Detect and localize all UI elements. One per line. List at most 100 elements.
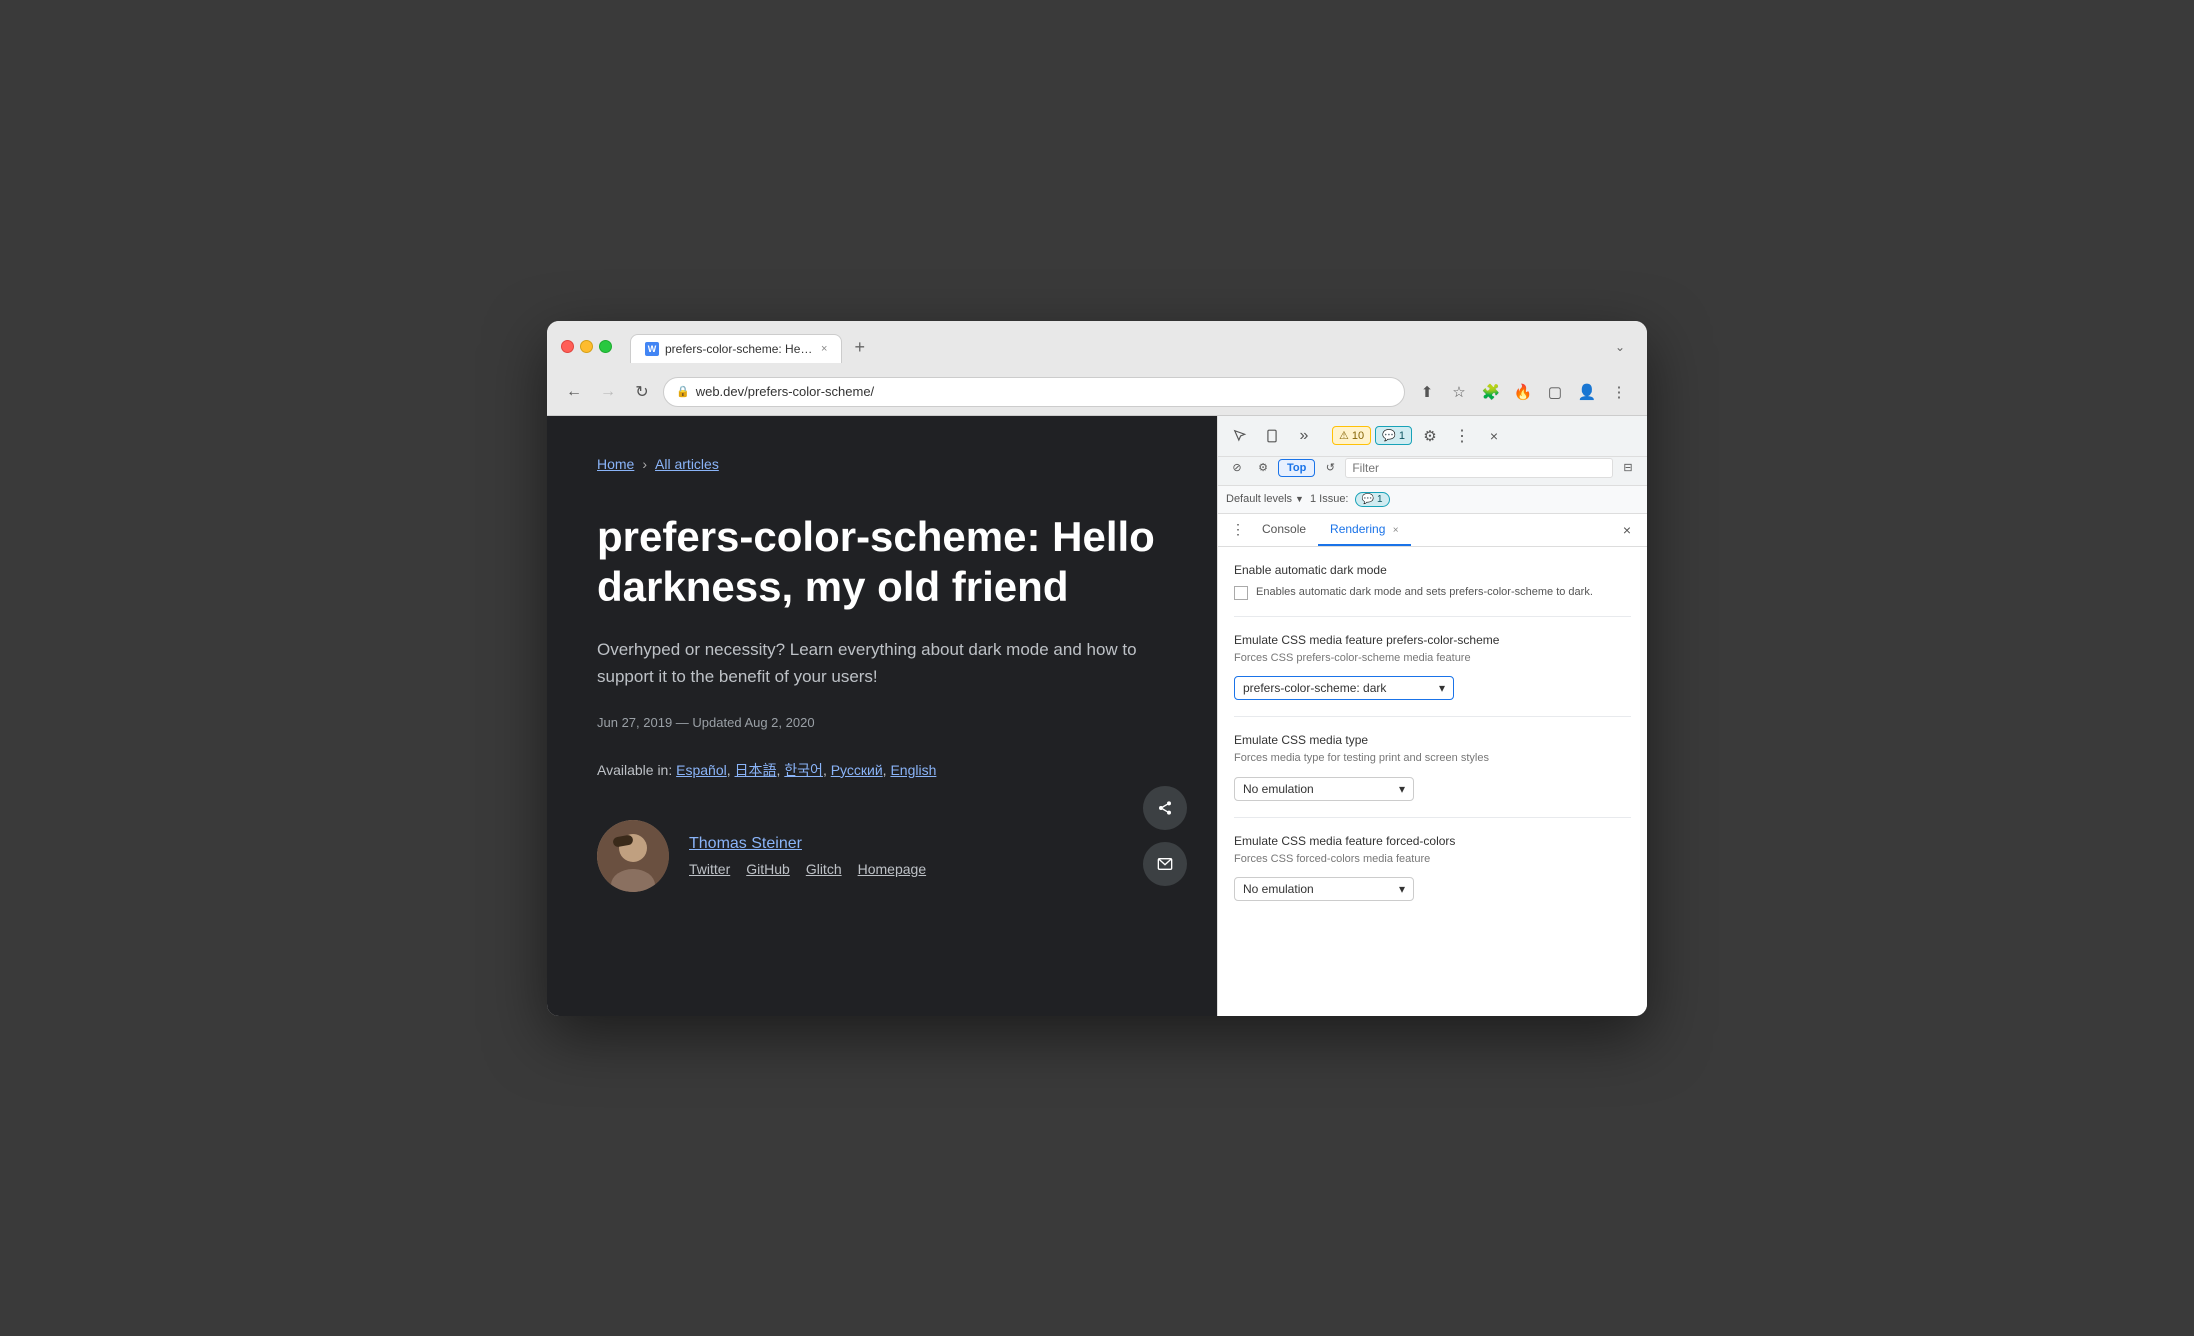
available-in-label: Available in: <box>597 762 672 778</box>
dt-media-type-select-value: No emulation <box>1243 782 1314 796</box>
dt-refresh-icon[interactable]: ↺ <box>1319 457 1341 479</box>
dt-warning-icon: ⚠ <box>1339 429 1349 442</box>
breadcrumb-separator: › <box>642 456 647 472</box>
author-section: Thomas Steiner Twitter GitHub Glitch Hom… <box>597 820 1167 892</box>
dt-issues-badge[interactable]: 💬 1 <box>1375 426 1412 445</box>
devtools-second-row: ⊘ ⚙ Top ↺ ⊟ <box>1218 457 1647 486</box>
dt-issues-inline-badge[interactable]: 💬 1 <box>1355 492 1390 507</box>
lang-korean[interactable]: 한국어 <box>784 762 823 778</box>
lang-english[interactable]: English <box>890 762 936 778</box>
dt-settings2-icon[interactable]: ⚙ <box>1252 457 1274 479</box>
dt-prefers-sublabel: Forces CSS prefers-color-scheme media fe… <box>1234 651 1631 666</box>
dt-issues-icon: 💬 <box>1382 429 1396 442</box>
tab-close-button[interactable]: × <box>821 343 827 355</box>
main-area: Home › All articles prefers-color-scheme… <box>547 416 1647 1016</box>
title-bar-top: W prefers-color-scheme: Hello d… × + ⌄ <box>561 331 1633 363</box>
author-homepage[interactable]: Homepage <box>858 861 927 877</box>
dropdown-arrow[interactable]: ⌄ <box>1607 333 1633 361</box>
profile-icon[interactable]: 👤 <box>1573 378 1601 406</box>
dt-tab-console[interactable]: Console <box>1250 514 1318 546</box>
article-subtitle: Overhyped or necessity? Learn everything… <box>597 636 1167 690</box>
dt-forced-colors-sublabel: Forces CSS forced-colors media feature <box>1234 852 1631 867</box>
dt-default-levels-label: Default levels <box>1226 493 1292 505</box>
dt-default-levels-arrow: ▼ <box>1295 494 1304 504</box>
back-button[interactable]: ← <box>561 379 587 405</box>
dt-more-menu-icon[interactable]: ⋮ <box>1448 422 1476 450</box>
traffic-lights <box>561 340 612 353</box>
dt-panels-menu-icon[interactable]: ⋮ <box>1226 515 1250 545</box>
dt-filter-icon[interactable]: ⊟ <box>1617 457 1639 479</box>
refresh-button[interactable]: ↻ <box>629 379 655 405</box>
bookmark-icon[interactable]: ☆ <box>1445 378 1473 406</box>
breadcrumb-home[interactable]: Home <box>597 456 634 472</box>
dt-section-forced-colors: Emulate CSS media feature forced-colors … <box>1234 834 1631 917</box>
dt-filter-input[interactable] <box>1345 458 1613 478</box>
float-buttons <box>1143 786 1187 886</box>
address-bar: ← → ↻ 🔒 web.dev/prefers-color-scheme/ ⬆ … <box>547 371 1647 416</box>
forward-button[interactable]: → <box>595 379 621 405</box>
browser-window: W prefers-color-scheme: Hello d… × + ⌄ ←… <box>547 321 1647 1016</box>
minimize-button[interactable] <box>580 340 593 353</box>
dt-clear-icon[interactable]: ⊘ <box>1226 457 1248 479</box>
dt-panels-close-button[interactable]: × <box>1615 515 1639 545</box>
dt-forced-colors-label: Emulate CSS media feature forced-colors <box>1234 834 1631 848</box>
url-bar[interactable]: 🔒 web.dev/prefers-color-scheme/ <box>663 377 1405 407</box>
lang-japanese[interactable]: 日本語 <box>735 762 777 778</box>
dt-default-levels-button[interactable]: Default levels ▼ <box>1226 493 1304 505</box>
close-button[interactable] <box>561 340 574 353</box>
dt-forced-colors-select[interactable]: No emulation ▾ <box>1234 877 1414 901</box>
extensions-icon[interactable]: 🧩 <box>1477 378 1505 406</box>
author-github[interactable]: GitHub <box>746 861 790 877</box>
dt-settings-icon[interactable]: ⚙ <box>1416 422 1444 450</box>
lang-russian[interactable]: Русский <box>831 762 883 778</box>
dt-forced-colors-select-arrow: ▾ <box>1399 882 1405 896</box>
author-name[interactable]: Thomas Steiner <box>689 835 926 853</box>
dt-prefers-select[interactable]: prefers-color-scheme: dark ▾ <box>1234 676 1454 700</box>
share-icon[interactable]: ⬆ <box>1413 378 1441 406</box>
breadcrumb-articles[interactable]: All articles <box>655 456 719 472</box>
tab-title: prefers-color-scheme: Hello d… <box>665 342 815 356</box>
email-float-button[interactable] <box>1143 842 1187 886</box>
title-bar: W prefers-color-scheme: Hello d… × + ⌄ <box>547 321 1647 371</box>
dt-inline-issues-number: 1 <box>1377 494 1383 505</box>
author-avatar <box>597 820 669 892</box>
dt-media-type-select[interactable]: No emulation ▾ <box>1234 777 1414 801</box>
dt-tab-rendering[interactable]: Rendering × <box>1318 514 1411 546</box>
dt-dark-mode-checkbox[interactable] <box>1234 586 1248 600</box>
dt-dark-mode-label: Enable automatic dark mode <box>1234 563 1631 577</box>
lang-espanol[interactable]: Español <box>676 762 727 778</box>
dt-issues-count-label: 1 Issue: <box>1310 493 1349 505</box>
share-float-button[interactable] <box>1143 786 1187 830</box>
dt-section-dark-mode: Enable automatic dark mode Enables autom… <box>1234 563 1631 617</box>
dt-close-button[interactable]: × <box>1480 422 1508 450</box>
lock-icon: 🔒 <box>676 385 690 398</box>
toolbar-icons: ⬆ ☆ 🧩 🔥 ▢ 👤 ⋮ <box>1413 378 1633 406</box>
dt-prefers-select-value: prefers-color-scheme: dark <box>1243 681 1386 695</box>
dt-dark-mode-checkbox-label: Enables automatic dark mode and sets pre… <box>1256 585 1593 600</box>
devtools-extension-icon[interactable]: 🔥 <box>1509 378 1537 406</box>
author-twitter[interactable]: Twitter <box>689 861 730 877</box>
dt-device-icon[interactable] <box>1258 422 1286 450</box>
author-links: Twitter GitHub Glitch Homepage <box>689 861 926 877</box>
dt-inspect-icon[interactable] <box>1226 422 1254 450</box>
dt-more-panels[interactable]: » <box>1290 422 1318 450</box>
tabs-bar: W prefers-color-scheme: Hello d… × + <box>630 331 1599 363</box>
dt-prefers-select-arrow: ▾ <box>1439 681 1445 695</box>
maximize-button[interactable] <box>599 340 612 353</box>
author-glitch[interactable]: Glitch <box>806 861 842 877</box>
dt-issues-bar: Default levels ▼ 1 Issue: 💬 1 <box>1218 486 1647 514</box>
dt-warning-badge[interactable]: ⚠ 10 <box>1332 426 1371 445</box>
dt-media-type-sublabel: Forces media type for testing print and … <box>1234 751 1631 766</box>
dt-inline-issues-icon: 💬 <box>1362 494 1374 505</box>
dt-warning-count: 10 <box>1352 430 1364 442</box>
new-tab-button[interactable]: + <box>844 331 875 363</box>
dt-section-media-type: Emulate CSS media type Forces media type… <box>1234 733 1631 817</box>
dt-prefers-label: Emulate CSS media feature prefers-color-… <box>1234 633 1631 647</box>
dt-tab-rendering-close[interactable]: × <box>1393 525 1399 536</box>
chrome-menu-icon[interactable]: ⋮ <box>1605 378 1633 406</box>
dt-dark-mode-checkbox-row: Enables automatic dark mode and sets pre… <box>1234 585 1631 600</box>
split-screen-icon[interactable]: ▢ <box>1541 378 1569 406</box>
breadcrumb: Home › All articles <box>597 456 1167 472</box>
browser-tab[interactable]: W prefers-color-scheme: Hello d… × <box>630 334 842 363</box>
dt-top-button[interactable]: Top <box>1278 459 1315 477</box>
